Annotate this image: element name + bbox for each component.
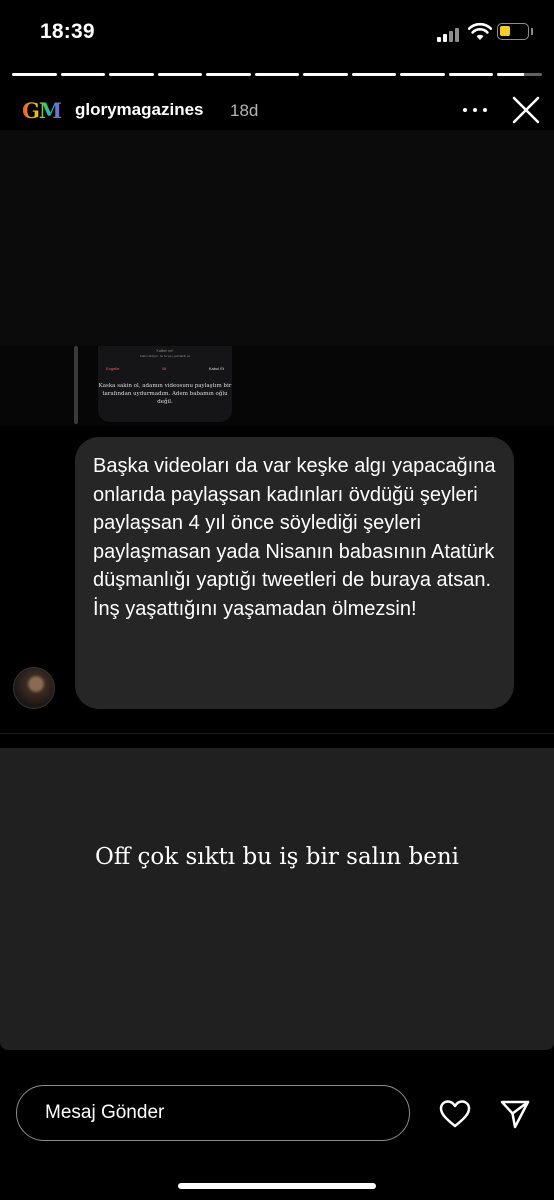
story-progress-segment <box>157 73 203 76</box>
battery-cap <box>531 28 533 35</box>
message-input-placeholder: Mesaj Gönder <box>45 1102 165 1123</box>
divider <box>0 733 554 734</box>
account-username[interactable]: glorymagazines <box>75 100 204 120</box>
reply-thread-line <box>74 346 78 424</box>
story-progress-segment <box>109 73 154 76</box>
story-progress-segment <box>60 73 106 76</box>
story-progress-segment <box>254 73 300 76</box>
message-input[interactable]: Mesaj Gönder <box>16 1085 410 1141</box>
wifi-icon <box>468 22 492 40</box>
story-progress-segment <box>303 73 348 76</box>
shared-post-thumbnail[interactable]: Kaliteli mi? Kalbi ciddiyim, bu bir şey … <box>98 346 232 422</box>
sender-avatar[interactable] <box>13 667 55 709</box>
battery-level <box>500 26 510 36</box>
heart-icon[interactable] <box>438 1097 472 1131</box>
status-bar: 18:39 <box>0 0 554 66</box>
story-top-panel <box>0 130 554 346</box>
account-avatar-logo[interactable]: GM <box>22 98 62 123</box>
message-bubble: Başka videoları da var keşke algı yapaca… <box>75 437 514 709</box>
story-progress-bar <box>12 73 543 76</box>
thumbnail-actions: Engelle Sil Kabul Et <box>106 366 224 371</box>
send-icon[interactable] <box>498 1097 532 1131</box>
thumbnail-quote: Kaska sakin ol, adamın videosunu paylaşt… <box>98 383 232 405</box>
story-progress-segment <box>12 73 57 76</box>
story-progress-segment <box>206 73 251 76</box>
status-time: 18:39 <box>40 20 95 43</box>
story-caption-panel <box>0 748 554 1050</box>
story-header: GM glorymagazines 18d <box>0 86 554 136</box>
story-progress-segment <box>400 73 445 76</box>
story-progress-segment <box>351 73 397 76</box>
more-options-icon[interactable] <box>461 98 489 122</box>
close-icon[interactable] <box>510 94 542 126</box>
thumbnail-heading: Kaliteli mi? Kalbi ciddiyim, bu bir şey … <box>139 349 191 358</box>
shared-post-area <box>0 346 554 426</box>
cellular-signal-icon <box>437 26 461 42</box>
story-caption: Off çok sıktı bu iş bir salın beni <box>94 844 460 870</box>
story-progress-segment <box>497 73 543 76</box>
home-indicator[interactable] <box>178 1183 376 1189</box>
story-age: 18d <box>230 101 259 120</box>
battery-icon <box>497 23 529 40</box>
story-progress-segment <box>448 73 494 76</box>
